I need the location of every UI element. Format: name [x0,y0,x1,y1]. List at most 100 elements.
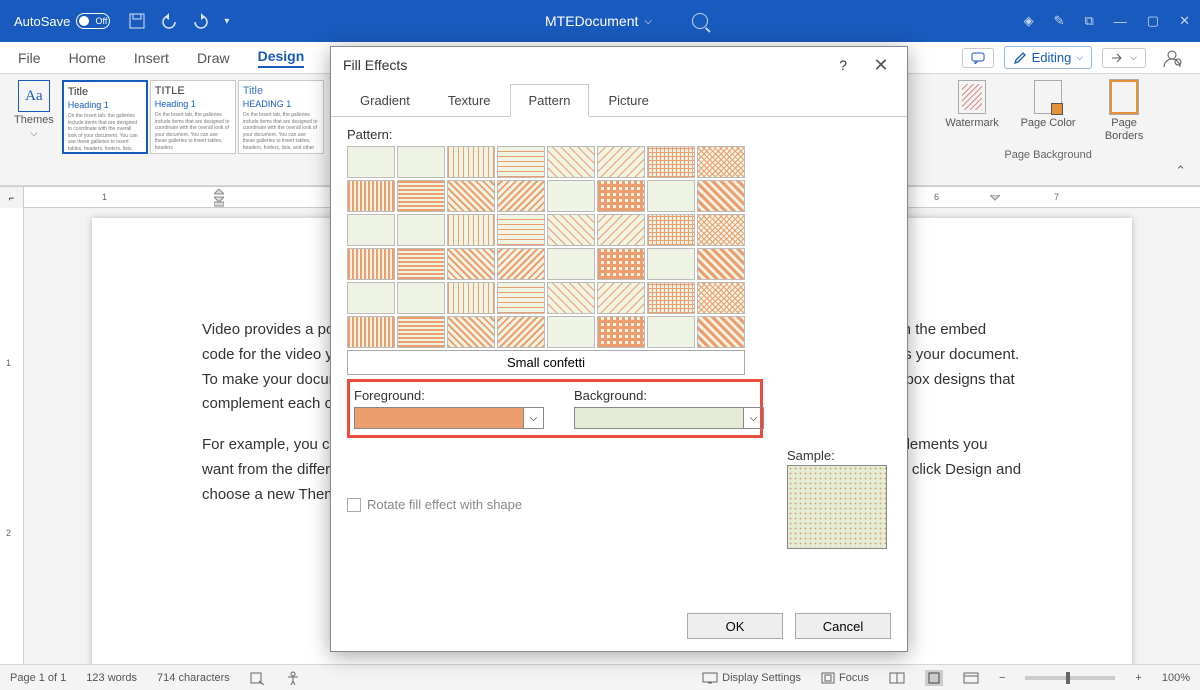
pattern-swatch[interactable] [497,282,545,314]
tab-texture[interactable]: Texture [429,84,510,117]
pattern-swatch[interactable] [497,248,545,280]
pattern-swatch[interactable] [547,282,595,314]
pattern-swatch[interactable] [347,282,395,314]
autosave-toggle[interactable]: AutoSave Off [14,13,110,29]
web-layout-icon[interactable] [963,672,979,684]
pattern-swatch[interactable] [497,180,545,212]
pen-icon[interactable]: ✎ [1054,13,1065,29]
pattern-swatch[interactable] [547,316,595,348]
right-indent-marker-icon[interactable] [990,195,1000,205]
close-window-icon[interactable]: ✕ [1179,13,1190,29]
pattern-swatch[interactable] [647,214,695,246]
spell-check-icon[interactable] [250,671,266,685]
style-card[interactable]: TITLE Heading 1 On the Insert tab, the g… [150,80,236,154]
account-icon[interactable] [1162,49,1182,67]
tab-file[interactable]: File [18,50,41,66]
display-settings-button[interactable]: Display Settings [702,672,801,684]
close-icon[interactable]: ✕ [867,55,895,76]
minimize-icon[interactable]: — [1114,14,1127,29]
pattern-swatch[interactable] [697,316,745,348]
indent-marker-icon[interactable] [214,189,224,207]
print-layout-icon[interactable] [925,670,943,686]
pattern-swatch[interactable] [547,214,595,246]
window-icon[interactable]: ⧉ [1085,13,1094,29]
pattern-swatch[interactable] [547,248,595,280]
pattern-swatch[interactable] [397,248,445,280]
pattern-swatch[interactable] [347,248,395,280]
tab-insert[interactable]: Insert [134,50,169,66]
focus-button[interactable]: Focus [821,672,869,684]
ok-button[interactable]: OK [687,613,783,639]
pattern-swatch[interactable] [447,180,495,212]
pattern-swatch[interactable] [447,316,495,348]
pattern-swatch[interactable] [397,146,445,178]
pattern-swatch[interactable] [597,248,645,280]
pattern-swatch[interactable] [397,214,445,246]
zoom-slider[interactable] [1025,676,1115,680]
pattern-swatch[interactable] [547,146,595,178]
ruler-vertical[interactable]: 1 2 [0,208,24,668]
dialog-titlebar[interactable]: Fill Effects ? ✕ [331,47,907,83]
save-icon[interactable] [128,12,146,30]
pattern-swatch[interactable] [697,146,745,178]
document-formatting-gallery[interactable]: Title Heading 1 On the Insert tab, the g… [62,80,324,154]
foreground-picker[interactable]: ⌵ [354,407,544,429]
tab-gradient[interactable]: Gradient [341,84,429,117]
search-icon[interactable] [692,13,708,29]
pattern-swatch[interactable] [597,316,645,348]
pattern-swatch[interactable] [697,180,745,212]
pattern-swatch[interactable] [697,282,745,314]
maximize-icon[interactable]: ▢ [1147,13,1159,29]
pattern-swatch[interactable] [497,214,545,246]
watermark-button[interactable]: Watermark [943,80,1001,143]
tab-picture[interactable]: Picture [589,84,667,117]
pattern-swatch[interactable] [397,282,445,314]
help-icon[interactable]: ? [839,57,847,73]
comments-button[interactable] [962,48,994,68]
share-button[interactable]: ⌵ [1102,48,1146,68]
zoom-out[interactable]: − [999,672,1005,684]
read-mode-icon[interactable] [889,672,905,684]
background-picker[interactable]: ⌵ [574,407,764,429]
undo-icon[interactable] [160,12,178,30]
pattern-swatch[interactable] [347,180,395,212]
redo-icon[interactable] [192,12,210,30]
word-count[interactable]: 123 words [86,672,137,684]
document-title[interactable]: MTEDocument ⌵ [545,13,652,29]
zoom-level[interactable]: 100% [1162,672,1190,684]
pattern-swatch[interactable] [447,248,495,280]
page-borders-button[interactable]: Page Borders [1095,80,1153,143]
diamond-icon[interactable]: ◈ [1024,13,1034,29]
pattern-swatch[interactable] [497,146,545,178]
zoom-in[interactable]: + [1135,672,1141,684]
editing-mode-button[interactable]: Editing ⌵ [1004,46,1093,69]
pattern-swatch[interactable] [647,248,695,280]
themes-group[interactable]: Aa Themes ⌵ [14,80,54,139]
pattern-swatch[interactable] [697,248,745,280]
tab-home[interactable]: Home [69,50,106,66]
pattern-swatch[interactable] [397,180,445,212]
pattern-swatch[interactable] [697,214,745,246]
style-card[interactable]: Title HEADING 1 On the Insert tab, the g… [238,80,324,154]
page-info[interactable]: Page 1 of 1 [10,672,66,684]
pattern-swatch[interactable] [647,180,695,212]
cancel-button[interactable]: Cancel [795,613,891,639]
pattern-swatch[interactable] [447,146,495,178]
pattern-swatch[interactable] [597,146,645,178]
pattern-swatch[interactable] [597,282,645,314]
pattern-swatch[interactable] [597,214,645,246]
pattern-swatch[interactable] [647,282,695,314]
accessibility-icon[interactable] [286,671,300,685]
tab-draw[interactable]: Draw [197,50,230,66]
chevron-down-icon[interactable]: ⌵ [743,408,763,428]
tab-pattern[interactable]: Pattern [510,84,590,117]
pattern-swatch[interactable] [547,180,595,212]
char-count[interactable]: 714 characters [157,672,230,684]
toggle-switch[interactable]: Off [76,13,110,29]
tab-design[interactable]: Design [258,48,305,68]
pattern-swatch[interactable] [347,316,395,348]
pattern-swatch[interactable] [447,214,495,246]
pattern-swatch[interactable] [597,180,645,212]
pattern-swatch[interactable] [647,316,695,348]
pattern-swatch[interactable] [347,146,395,178]
